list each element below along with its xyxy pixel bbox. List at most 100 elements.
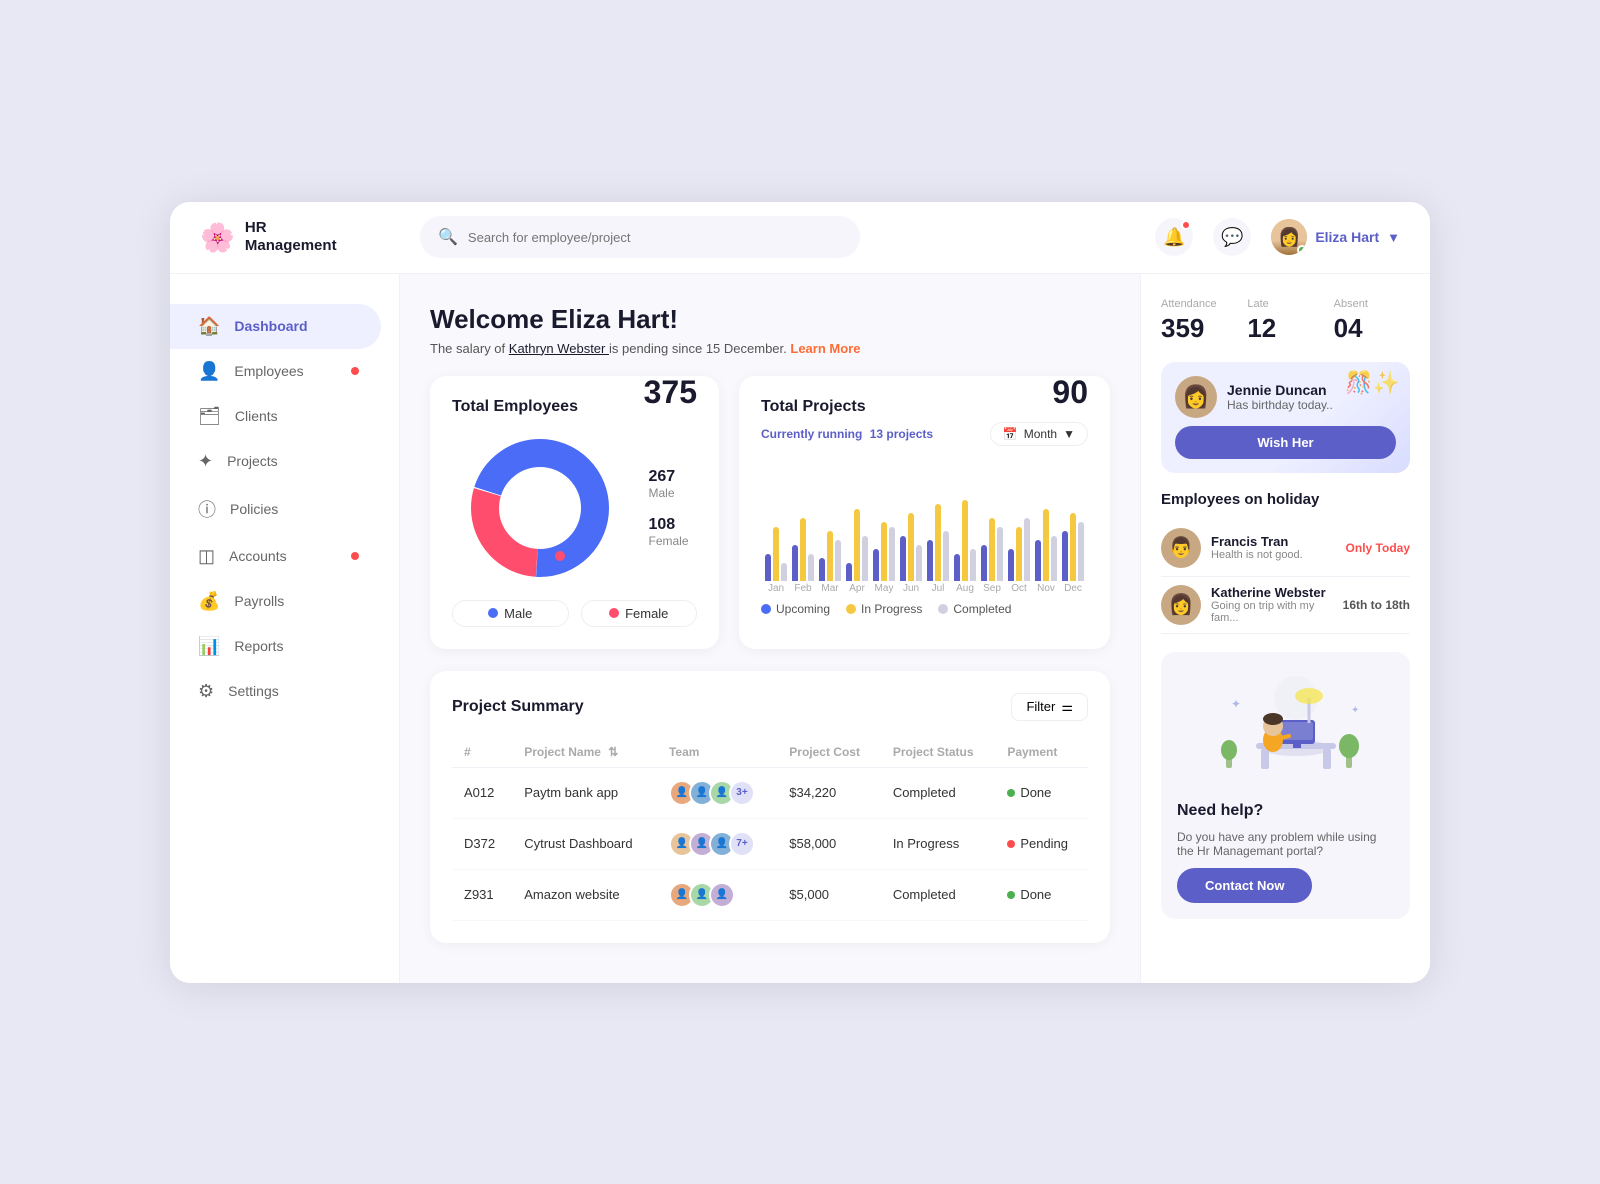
chart-month-label: Jan — [768, 583, 784, 594]
chart-month-label: Aug — [956, 583, 974, 594]
male-dot — [488, 608, 498, 618]
sidebar-item-dashboard[interactable]: 🏠 Dashboard — [170, 304, 381, 349]
payroll-icon: 💰 — [198, 591, 220, 612]
notification-badge — [1181, 220, 1191, 230]
holiday-info-katherine: Katherine Webster Going on trip with my … — [1211, 585, 1333, 624]
filter-button[interactable]: Filter ⚌ — [1011, 693, 1088, 721]
bar-group — [1062, 481, 1084, 581]
completed-bar — [1051, 536, 1057, 581]
attendance-val: 359 — [1161, 313, 1237, 344]
row-status: Completed — [881, 869, 996, 920]
sidebar-label-clients: Clients — [235, 408, 278, 424]
team-avatars: 👤 👤 👤 — [669, 882, 765, 908]
welcome-subtitle: The salary of Kathryn Webster is pending… — [430, 341, 1110, 356]
sidebar-label-accounts: Accounts — [229, 548, 287, 564]
sidebar-label-reports: Reports — [234, 638, 283, 654]
accounts-icon: ◫ — [198, 546, 215, 567]
team-avatars: 👤 👤 👤 3+ — [669, 780, 765, 806]
completed-label: Completed — [953, 602, 1011, 616]
chart-month-label: Oct — [1011, 583, 1027, 594]
inprogress-bar — [935, 504, 941, 581]
table-row: Z931 Amazon website 👤 👤 👤 $5,000 — [452, 869, 1088, 920]
wish-button[interactable]: Wish Her — [1175, 426, 1396, 459]
summary-header: Project Summary Filter ⚌ — [452, 693, 1088, 721]
absent-val: 04 — [1334, 313, 1410, 344]
name-link[interactable]: Kathryn Webster — [509, 341, 609, 356]
main-content: Welcome Eliza Hart! The salary of Kathry… — [400, 274, 1140, 983]
notification-bell-button[interactable]: 🔔 — [1155, 218, 1193, 256]
proj-running: Currently running 13 projects — [761, 427, 933, 441]
holiday-info-francis: Francis Tran Health is not good. — [1211, 534, 1336, 561]
birthday-decoration: 🎊✨ — [1345, 370, 1400, 396]
chart-month-label: Feb — [794, 583, 811, 594]
holiday-title: Employees on holiday — [1161, 491, 1410, 508]
project-summary-card: Project Summary Filter ⚌ # Project Name … — [430, 671, 1110, 943]
chart-month-label: Mar — [821, 583, 838, 594]
inprogress-bar — [1043, 509, 1049, 581]
user-name: Eliza Hart — [1315, 229, 1379, 245]
svg-text:✦: ✦ — [1351, 705, 1359, 716]
sidebar-label-employees: Employees — [234, 363, 303, 379]
sidebar-item-accounts[interactable]: ◫ Accounts — [170, 534, 381, 579]
bar-group — [873, 481, 895, 581]
chart-month-label: Apr — [849, 583, 865, 594]
chart-column: Mar — [819, 481, 841, 594]
col-team: Team — [657, 737, 777, 768]
svg-text:✦: ✦ — [1231, 697, 1241, 711]
search-input[interactable] — [468, 230, 842, 245]
learn-more-link[interactable]: Learn More — [790, 341, 860, 356]
holiday-item: 👩 Katherine Webster Going on trip with m… — [1161, 577, 1410, 634]
help-subtitle: Do you have any problem while using the … — [1177, 830, 1394, 858]
logo-text: HRManagement — [245, 219, 337, 255]
stat-absent: Absent 04 — [1334, 298, 1410, 344]
legend-row: Male Female — [452, 600, 697, 627]
bar-group — [954, 481, 976, 581]
user-area[interactable]: 👩 Eliza Hart ▼ — [1271, 219, 1400, 255]
holiday-name-francis: Francis Tran — [1211, 534, 1336, 549]
sidebar-item-policies[interactable]: ⓘ Policies — [170, 484, 381, 534]
row-team: 👤 👤 👤 — [657, 869, 777, 920]
stat-late: Late 12 — [1247, 298, 1323, 344]
inprogress-bar — [1070, 513, 1076, 581]
sidebar-item-clients[interactable]: 🗂 Clients — [170, 394, 381, 439]
month-button[interactable]: 📅 Month ▼ — [990, 422, 1088, 446]
row-status: In Progress — [881, 818, 996, 869]
bar-group — [846, 481, 868, 581]
info-icon: ⓘ — [198, 496, 216, 522]
calendar-icon: 📅 — [1003, 427, 1018, 441]
female-dot — [609, 608, 619, 618]
chart-month-label: May — [875, 583, 894, 594]
completed-bar — [1078, 522, 1084, 581]
stat-attendance: Attendance 359 — [1161, 298, 1237, 344]
chart-month-label: Dec — [1064, 583, 1082, 594]
sidebar-item-payrolls[interactable]: 💰 Payrolls — [170, 579, 381, 624]
sidebar-item-reports[interactable]: 📊 Reports — [170, 624, 381, 669]
upcoming-bar — [954, 554, 960, 581]
sidebar-label-dashboard: Dashboard — [234, 318, 307, 334]
sidebar-item-employees[interactable]: 👤 Employees — [170, 349, 381, 394]
absent-label: Absent — [1334, 298, 1410, 310]
project-total: 90 — [1052, 374, 1088, 411]
contact-button[interactable]: Contact Now — [1177, 868, 1312, 903]
holiday-desc-katherine: Going on trip with my fam... — [1211, 600, 1333, 624]
chart-column: May — [873, 481, 895, 594]
sidebar-item-settings[interactable]: ⚙ Settings — [170, 669, 381, 714]
upcoming-bar — [1062, 531, 1068, 581]
chart-column: Apr — [846, 481, 868, 594]
holiday-desc-francis: Health is not good. — [1211, 549, 1336, 561]
inprogress-bar — [800, 518, 806, 581]
inprogress-bar — [908, 513, 914, 581]
row-cost: $5,000 — [777, 869, 881, 920]
message-button[interactable]: 💬 — [1213, 218, 1251, 256]
search-bar[interactable]: 🔍 — [420, 216, 860, 258]
summary-title: Project Summary — [452, 698, 584, 716]
sidebar-item-projects[interactable]: ✦ Projects — [170, 439, 381, 484]
subtitle-suffix: is pending since 15 December. — [609, 341, 787, 356]
reports-icon: 📊 — [198, 636, 220, 657]
male-label: Male — [648, 486, 688, 500]
filter-icon: ⚌ — [1061, 699, 1073, 715]
month-label: Month — [1024, 427, 1057, 441]
donut-chart — [460, 428, 620, 588]
female-annotation: 108 Female — [648, 516, 688, 548]
birthday-subtitle: Has birthday today.. — [1227, 398, 1396, 412]
